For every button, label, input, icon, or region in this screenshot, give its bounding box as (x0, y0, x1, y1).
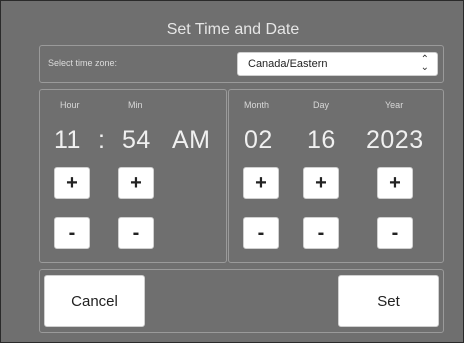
timezone-select[interactable]: Canada/Eastern ⌃ ⌄ (237, 52, 438, 76)
minute-value: 54 (122, 126, 151, 154)
timezone-value: Canada/Eastern (248, 58, 328, 70)
set-button[interactable]: Set (338, 275, 439, 327)
timezone-row: Select time zone: Canada/Eastern ⌃ ⌄ (39, 45, 444, 83)
day-decrement-button[interactable]: - (303, 217, 339, 249)
minute-decrement-button[interactable]: - (118, 217, 154, 249)
year-value: 2023 (366, 126, 424, 154)
day-increment-button[interactable]: + (303, 167, 339, 199)
hour-increment-button[interactable]: + (54, 167, 90, 199)
dialog-title: Set Time and Date (166, 21, 300, 38)
chevron-up-down-icon: ⌃ ⌄ (420, 54, 429, 73)
month-label: Month (244, 100, 270, 110)
month-decrement-button[interactable]: - (243, 217, 279, 249)
hour-value: 11 (54, 126, 81, 154)
time-date-dialog: Set Time and Date Select time zone: Cana… (0, 0, 464, 343)
min-label: Min (128, 100, 143, 110)
cancel-button[interactable]: Cancel (44, 275, 145, 327)
timezone-label: Select time zone: (48, 58, 118, 68)
month-increment-button[interactable]: + (243, 167, 279, 199)
time-separator: : (98, 126, 106, 154)
actions-bar: Cancel Set (39, 269, 444, 333)
ampm-value: AM (172, 126, 211, 154)
year-decrement-button[interactable]: - (377, 217, 413, 249)
month-value: 02 (244, 126, 273, 154)
year-increment-button[interactable]: + (377, 167, 413, 199)
day-value: 16 (307, 126, 336, 154)
year-label: Year (385, 100, 404, 110)
day-label: Day (313, 100, 330, 110)
hour-label: Hour (60, 100, 80, 110)
date-panel: Month Day Year 02 16 2023 + + + - - - (228, 89, 444, 263)
time-panel: Hour Min 11 : 54 AM + + - - (39, 89, 227, 263)
minute-increment-button[interactable]: + (118, 167, 154, 199)
hour-decrement-button[interactable]: - (54, 217, 90, 249)
